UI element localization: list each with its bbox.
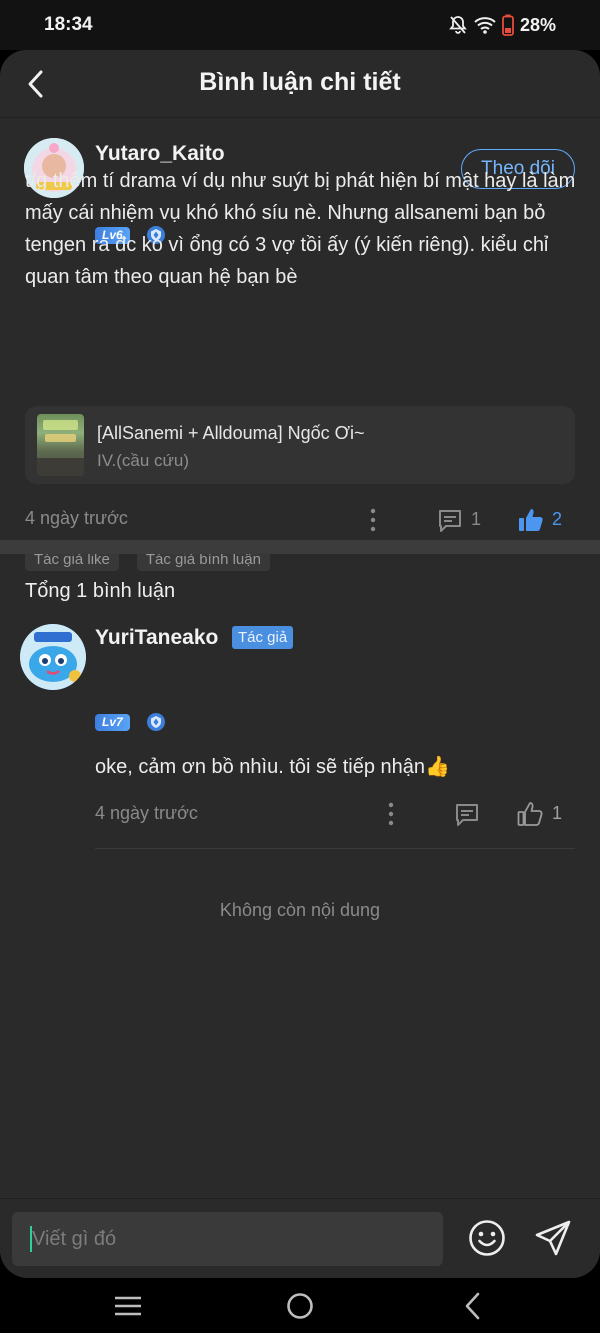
- comment-input[interactable]: [12, 1212, 443, 1266]
- home-circle-icon[interactable]: [285, 1286, 315, 1326]
- book-cover-image: [37, 414, 84, 476]
- author-badge: Tác giả: [232, 626, 294, 649]
- comment-meta: 4 ngày trước 1 2: [25, 508, 575, 538]
- battery-icon: [502, 14, 514, 36]
- main-comment: Yutaro_Kaito Lv6 Theo dõi t/g thêm tí dr…: [0, 118, 600, 571]
- reply-meta: 4 ngày trước 1: [95, 802, 575, 832]
- book-chapter: IV.(cầu cứu): [97, 451, 190, 470]
- like-count: 2: [552, 509, 563, 529]
- section-divider: [0, 540, 600, 554]
- comment-composer: [0, 1198, 600, 1278]
- avatar-image: [20, 624, 86, 690]
- comment-text: t/g thêm tí drama ví dụ như suýt bị phát…: [25, 170, 576, 288]
- reply-separator: [95, 848, 575, 849]
- comment-detail-screen: Bình luận chi tiết Yutaro_Kaito Lv6 Theo…: [0, 50, 600, 1278]
- mute-bell-icon: [449, 16, 467, 34]
- timestamp: 4 ngày trước: [25, 508, 128, 528]
- shield-icon: [147, 713, 165, 731]
- header: Bình luận chi tiết: [0, 50, 600, 118]
- comment-count: 1: [471, 509, 482, 529]
- status-time: 18:34: [44, 14, 93, 35]
- emoji-icon[interactable]: [467, 1218, 507, 1258]
- reply-text: oke, cảm ơn bồ nhìu. tôi sẽ tiếp nhận👍: [95, 756, 450, 778]
- status-icons: 28%: [448, 12, 556, 38]
- wifi-icon: [474, 17, 496, 34]
- book-card[interactable]: [AllSanemi + Alldouma] Ngốc Ơi~ IV.(cầu …: [25, 406, 575, 484]
- thumbs-up-icon[interactable]: [516, 800, 544, 828]
- nav-back-icon[interactable]: [460, 1286, 486, 1326]
- book-title: [AllSanemi + Alldouma] Ngốc Ơi~: [97, 423, 365, 443]
- battery-percent: 28%: [519, 14, 556, 35]
- text-caret: [30, 1226, 32, 1252]
- reply-avatar[interactable]: [20, 624, 86, 690]
- thumbs-up-icon[interactable]: [517, 506, 545, 534]
- page-title: Bình luận chi tiết: [199, 68, 401, 96]
- comment-icon[interactable]: [454, 802, 480, 828]
- comment-input-box[interactable]: [12, 1212, 443, 1266]
- reply-username[interactable]: YuriTaneako: [95, 626, 218, 650]
- reply-like-count: 1: [552, 803, 563, 823]
- send-icon[interactable]: [533, 1218, 573, 1258]
- reply-timestamp: 4 ngày trước: [95, 803, 198, 823]
- reply-level-badge: Lv7: [95, 714, 130, 731]
- more-vertical-icon[interactable]: [365, 506, 381, 534]
- comment-icon[interactable]: [437, 508, 463, 534]
- system-nav-bar: [0, 1278, 600, 1333]
- recents-menu-icon[interactable]: [113, 1286, 143, 1326]
- status-bar: 18:34 28%: [0, 0, 600, 50]
- more-vertical-icon[interactable]: [383, 800, 399, 828]
- replies-total: Tổng 1 bình luận: [25, 580, 176, 602]
- username[interactable]: Yutaro_Kaito: [95, 142, 225, 166]
- end-of-content: Không còn nội dung: [219, 900, 381, 920]
